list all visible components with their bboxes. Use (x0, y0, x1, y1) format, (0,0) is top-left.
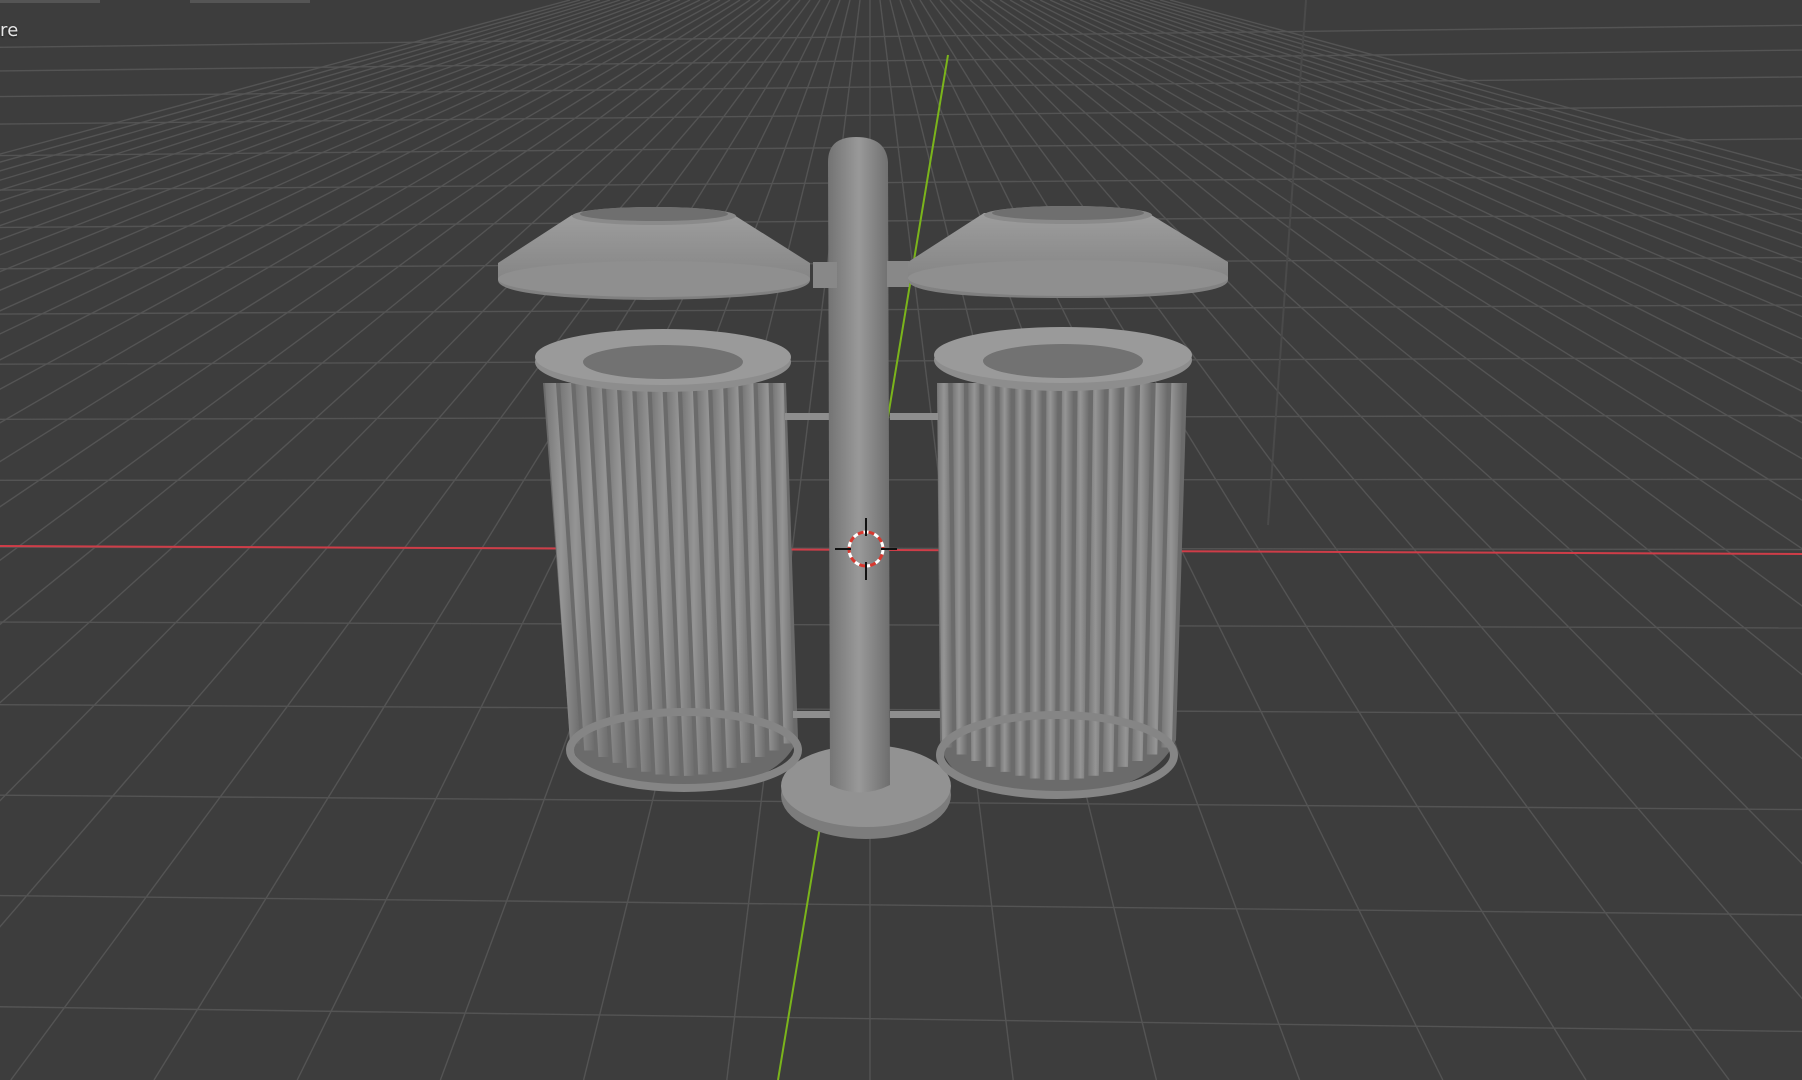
upper-left-rod (785, 413, 830, 420)
grid-line (1109, 0, 1802, 235)
grid-line (0, 304, 1802, 315)
grid-line (1159, 0, 1802, 181)
grid-line (0, 138, 1802, 157)
grid-line (0, 478, 1802, 482)
grid-line (1099, 0, 1802, 249)
grid-line (0, 0, 581, 163)
grid-vertical-line (1267, 0, 1307, 526)
right-bin-opening (983, 344, 1143, 378)
grid-line (0, 621, 1802, 629)
right-lid-opening (992, 206, 1144, 220)
lower-left-rod (793, 711, 833, 718)
grid-line (0, 213, 1802, 229)
left-lid-bracket (813, 262, 837, 288)
grid-line (0, 894, 1802, 916)
grid-line (1119, 0, 1802, 222)
left-lid[interactable] (498, 207, 810, 300)
right-lid-edge (908, 260, 1228, 296)
viewport-scene[interactable] (0, 0, 1802, 1080)
left-lid-edge (498, 261, 810, 297)
x-axis-line (0, 545, 1802, 555)
left-lid-opening (580, 207, 728, 221)
waste-bin-model[interactable] (498, 137, 1228, 839)
grid-line (0, 49, 1802, 72)
grid-line (0, 0, 641, 227)
right-bin[interactable] (934, 327, 1192, 799)
floor-grid (0, 0, 1802, 1080)
bin-slat (999, 383, 1012, 772)
center-pole[interactable] (828, 137, 890, 793)
left-bin-opening (583, 345, 743, 379)
grid-line (0, 0, 571, 155)
left-bin[interactable] (535, 329, 802, 792)
grid-line (0, 0, 651, 241)
right-lid-bracket (887, 261, 909, 287)
lower-right-rod (890, 711, 940, 718)
bin-slat (983, 383, 997, 767)
3d-viewport[interactable]: re (0, 0, 1802, 1080)
grid-line (0, 0, 621, 202)
grid-line (0, 105, 1802, 125)
grid-line (0, 0, 611, 191)
grid-line (0, 0, 631, 214)
grid-line (1149, 0, 1802, 190)
grid-line (0, 1006, 1802, 1033)
upper-right-rod (890, 413, 938, 420)
grid-line (1089, 0, 1802, 264)
